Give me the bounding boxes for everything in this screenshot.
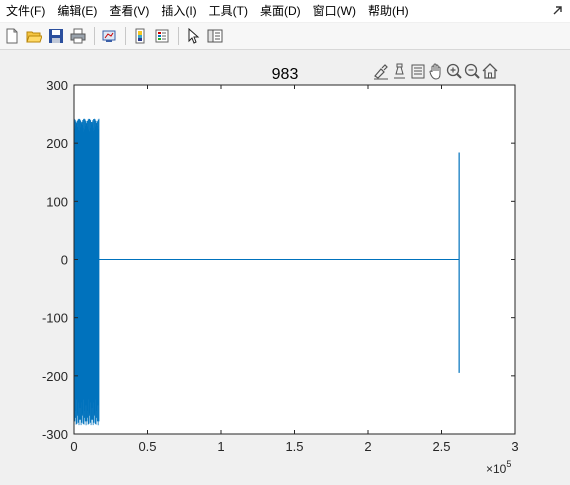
menu-help[interactable]: 帮助(H) [362, 0, 415, 22]
menu-insert[interactable]: 插入(I) [155, 0, 202, 22]
x-tick-label: 1 [217, 439, 224, 454]
rotate-icon[interactable] [411, 64, 425, 79]
menu-edit[interactable]: 编辑(E) [51, 0, 103, 22]
y-tick-label: 200 [46, 136, 68, 151]
new-figure-icon[interactable] [2, 26, 22, 46]
menu-view[interactable]: 查看(V) [103, 0, 155, 22]
dock-arrow-icon[interactable] [550, 3, 566, 19]
insert-colorbar-icon[interactable] [130, 26, 150, 46]
toolbar-separator [178, 27, 179, 45]
property-inspector-icon[interactable] [205, 26, 225, 46]
chart-title: 983 [272, 66, 299, 83]
insert-legend-icon[interactable] [152, 26, 172, 46]
restore-view-icon[interactable] [482, 63, 498, 79]
x-tick-label: 1.5 [285, 439, 303, 454]
link-plot-icon[interactable] [99, 26, 119, 46]
y-tick-label: -300 [42, 427, 68, 442]
x-tick-label: 3 [511, 439, 518, 454]
y-tick-label: -200 [42, 369, 68, 384]
signal-burst-peaks [73, 118, 100, 426]
toolbar-separator [125, 27, 126, 45]
zoom-in-icon[interactable] [446, 63, 462, 79]
print-icon[interactable] [68, 26, 88, 46]
toolbar-separator [94, 27, 95, 45]
menu-window[interactable]: 窗口(W) [307, 0, 362, 22]
x-tick-label: 2.5 [432, 439, 450, 454]
figure-toolbar [0, 23, 570, 50]
menu-bar: 文件(F) 编辑(E) 查看(V) 插入(I) 工具(T) 桌面(D) 窗口(W… [0, 0, 570, 22]
brush-icon[interactable] [374, 64, 388, 80]
x-tick-label: 0.5 [138, 439, 156, 454]
save-icon[interactable] [46, 26, 66, 46]
y-tick-label: 100 [46, 194, 68, 209]
pan-icon[interactable] [429, 63, 441, 80]
menu-desktop[interactable]: 桌面(D) [254, 0, 307, 22]
y-tick-label: 0 [61, 253, 68, 268]
plot-svg: 983 0 0.5 1 1.5 2 2.5 33002001000-100-20… [42, 63, 519, 476]
y-tick-label: 300 [46, 78, 68, 93]
menu-file[interactable]: 文件(F) [0, 0, 51, 22]
y-tick-label: -100 [42, 311, 68, 326]
zoom-out-icon[interactable] [464, 63, 480, 79]
data-tip-icon[interactable] [394, 63, 405, 79]
open-file-icon[interactable] [24, 26, 44, 46]
x-exponent-label: ×105 [486, 459, 511, 476]
axes-toolbar [374, 63, 498, 80]
x-tick-label: 2 [364, 439, 371, 454]
edit-plot-pointer-icon[interactable] [183, 26, 203, 46]
x-tick-label: 0 [70, 439, 77, 454]
figure-canvas: 983 0 0.5 1 1.5 2 2.5 3 300 200 100 0 -1… [0, 51, 570, 480]
menu-tools[interactable]: 工具(T) [203, 0, 254, 22]
